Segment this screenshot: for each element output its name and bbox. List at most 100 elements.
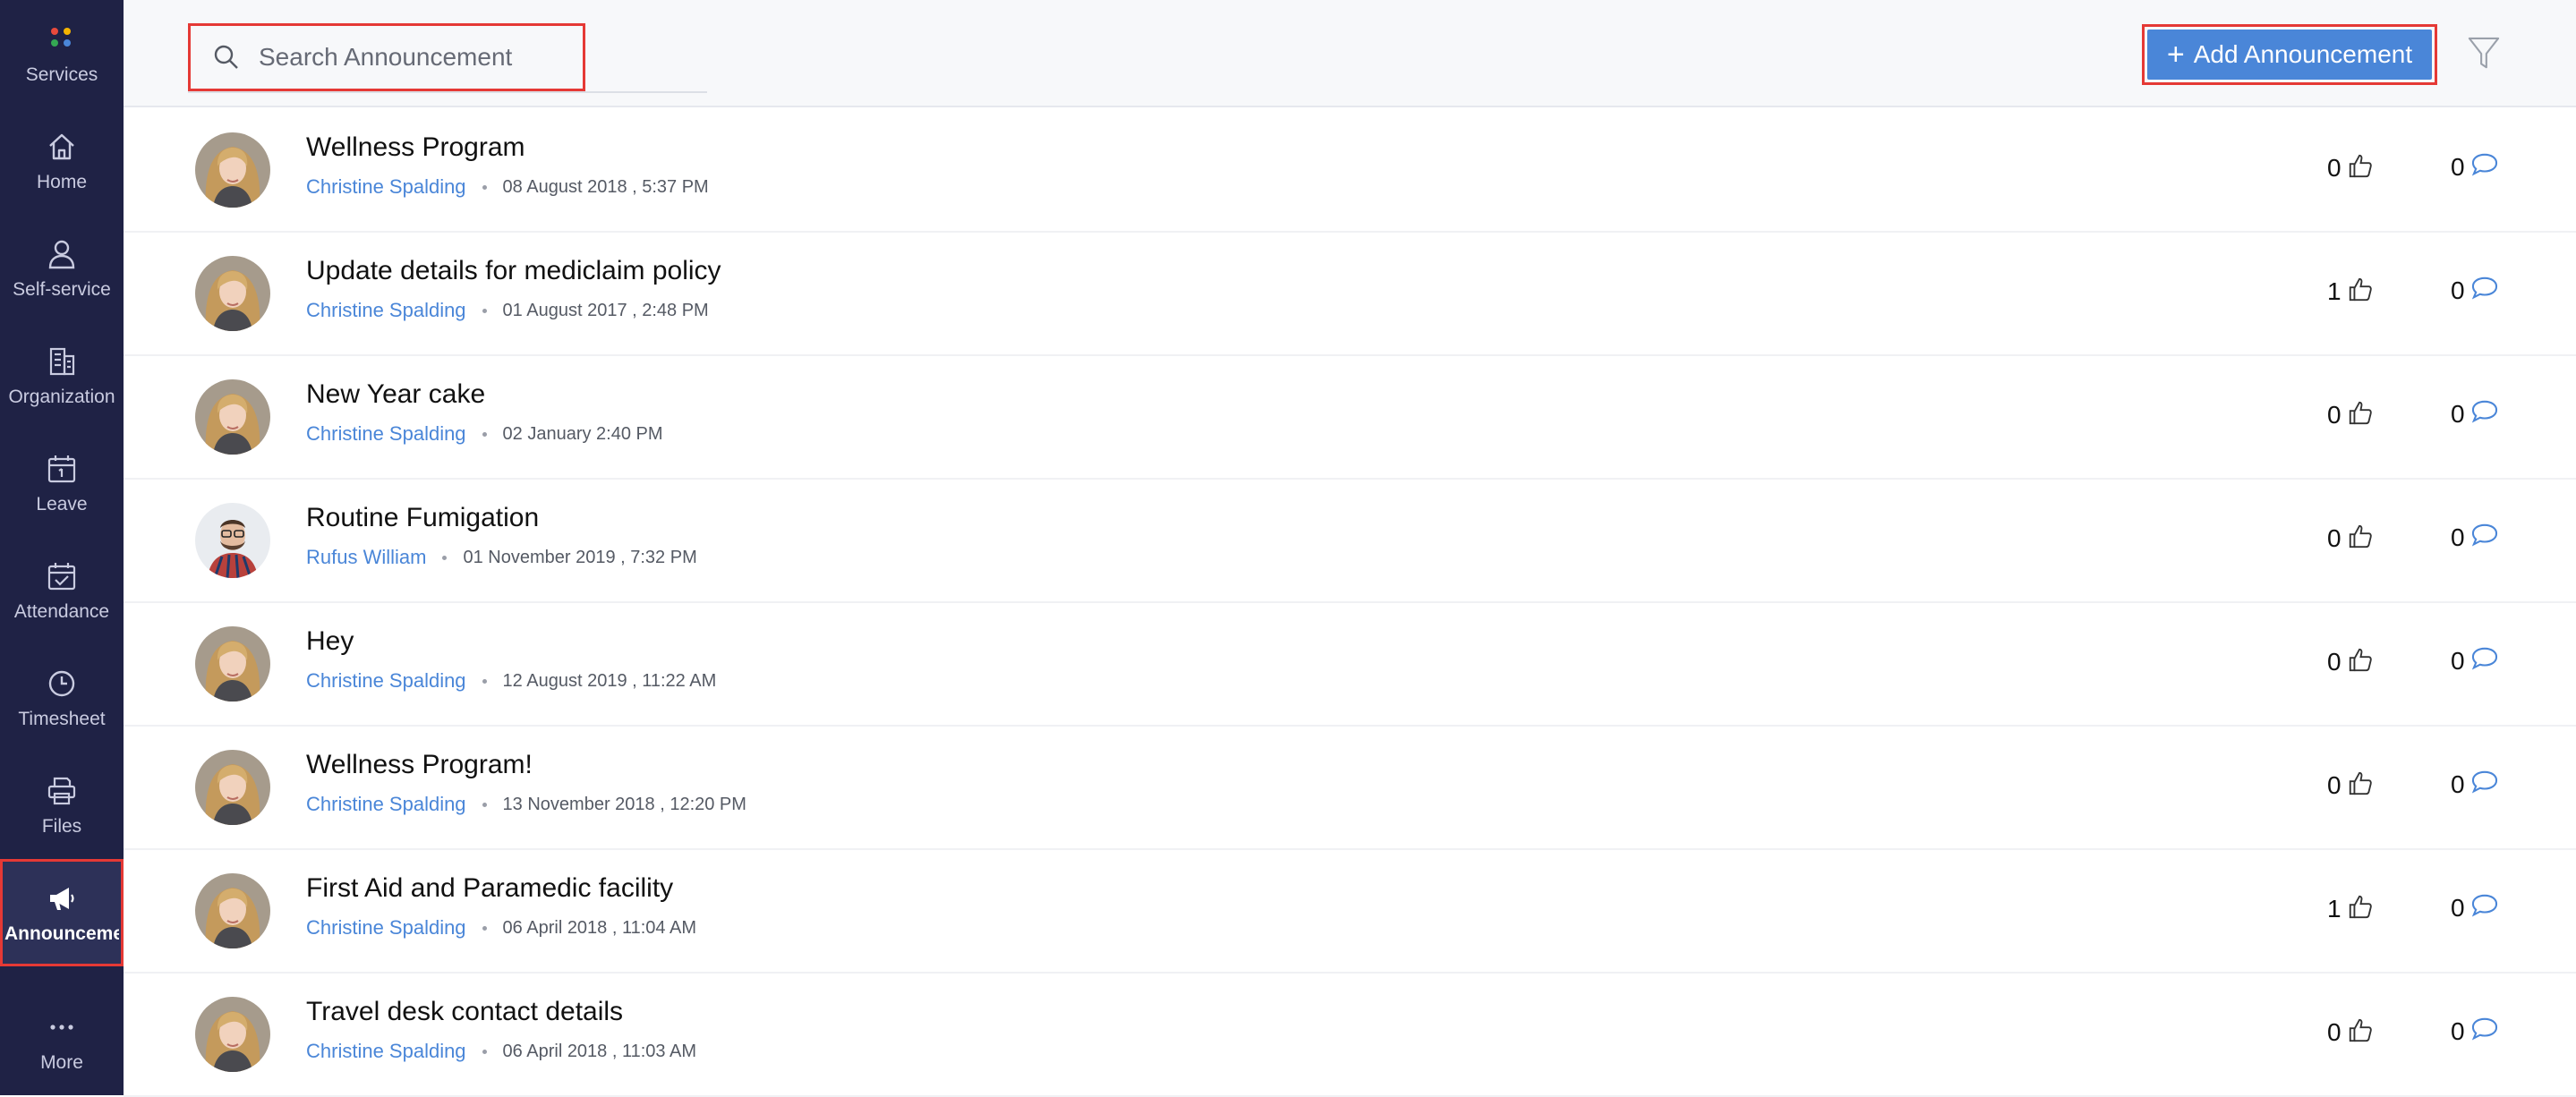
author-link[interactable]: Christine Spalding [306,1040,466,1063]
like-button[interactable]: 0 [2327,770,2374,801]
avatar [195,503,270,578]
announcement-date: 06 April 2018 , 11:03 AM [502,1041,696,1061]
more-dots-icon [44,1009,80,1045]
comment-button[interactable]: 0 [2451,646,2499,676]
comment-button[interactable]: 0 [2451,399,2499,429]
author-link[interactable]: Christine Spalding [306,299,466,322]
announcement-title[interactable]: Travel desk contact details [306,997,623,1027]
like-button[interactable]: 1 [2327,276,2374,307]
thumbs-up-icon [2347,399,2374,430]
announcement-row[interactable]: Routine Fumigation Rufus William 01 Nove… [124,480,2576,603]
author-link[interactable]: Christine Spalding [306,916,466,940]
like-button[interactable]: 0 [2327,399,2374,430]
announcement-row[interactable]: New Year cake Christine Spalding 02 Janu… [124,356,2576,480]
filter-button[interactable] [2464,34,2503,77]
comment-count: 0 [2451,1016,2465,1045]
avatar [195,626,270,702]
comment-count: 0 [2451,399,2465,428]
sidebar-item-announcements[interactable]: Announceme [0,859,124,966]
separator-dot [482,308,487,313]
avatar [195,997,270,1072]
sidebar-item-attendance[interactable]: Attendance [0,537,124,644]
comment-count: 0 [2451,152,2465,181]
thumbs-up-icon [2347,276,2374,307]
avatar [195,256,270,331]
sidebar-item-self-service[interactable]: Self-service [0,215,124,322]
separator-dot [482,678,487,684]
like-button[interactable]: 1 [2327,893,2374,924]
announcement-title[interactable]: Wellness Program [306,132,525,163]
header-bar: + Add Announcement [124,0,2576,107]
announcement-date: 06 April 2018 , 11:04 AM [502,917,696,938]
like-button[interactable]: 0 [2327,523,2374,554]
printer-icon [44,773,80,809]
author-link[interactable]: Christine Spalding [306,175,466,199]
search-icon [209,39,244,75]
announcement-meta: Christine Spalding 08 August 2018 , 5:37… [306,175,709,199]
calendar-check-icon [44,558,80,594]
separator-dot [482,184,487,190]
announcement-title[interactable]: First Aid and Paramedic facility [306,873,673,904]
comment-bubble-icon [2470,152,2499,182]
sidebar-item-home[interactable]: Home [0,107,124,215]
announcement-row[interactable]: Wellness Program! Christine Spalding 13 … [124,727,2576,850]
megaphone-icon [44,880,80,916]
sidebar-item-label: Files [41,816,82,837]
sidebar-item-timesheet[interactable]: Timesheet [0,644,124,752]
author-link[interactable]: Rufus William [306,546,426,569]
like-count: 0 [2327,523,2341,552]
comment-button[interactable]: 0 [2451,276,2499,305]
calendar-icon [44,451,80,487]
thumbs-up-icon [2347,893,2374,924]
announcement-title[interactable]: Hey [306,626,354,657]
comment-button[interactable]: 0 [2451,1016,2499,1046]
announcement-row[interactable]: First Aid and Paramedic facility Christi… [124,850,2576,974]
announcement-row[interactable]: Hey Christine Spalding 12 August 2019 , … [124,603,2576,727]
home-icon [44,129,80,165]
announcement-meta: Christine Spalding 13 November 2018 , 12… [306,793,746,816]
plus-icon: + [2166,38,2185,72]
like-count: 1 [2327,276,2341,305]
comment-button[interactable]: 0 [2451,770,2499,799]
comment-button[interactable]: 0 [2451,152,2499,182]
announcement-meta: Christine Spalding 06 April 2018 , 11:03… [306,1040,696,1063]
announcement-title[interactable]: Wellness Program! [306,750,533,780]
announcement-row[interactable]: Update details for mediclaim policy Chri… [124,233,2576,356]
announcement-date: 02 January 2:40 PM [502,423,663,444]
announcement-date: 13 November 2018 , 12:20 PM [502,794,746,814]
add-announcement-button[interactable]: + Add Announcement [2147,30,2432,80]
author-link[interactable]: Christine Spalding [306,669,466,693]
like-button[interactable]: 0 [2327,1016,2374,1048]
sidebar-item-files[interactable]: Files [0,752,124,859]
announcement-title[interactable]: Update details for mediclaim policy [306,256,721,286]
announcement-row[interactable]: Wellness Program Christine Spalding 08 A… [124,109,2576,233]
sidebar-item-organization[interactable]: Organization [0,322,124,429]
separator-dot [482,925,487,931]
comment-count: 0 [2451,770,2465,798]
sidebar-item-label: Organization [8,387,115,407]
user-icon [44,236,80,272]
comment-button[interactable]: 0 [2451,523,2499,552]
sidebar-item-services[interactable]: Services [0,0,124,107]
sidebar-item-label: More [40,1052,83,1073]
search-box[interactable] [188,23,585,91]
avatar [195,750,270,825]
separator-dot [482,431,487,437]
author-link[interactable]: Christine Spalding [306,422,466,446]
comment-button[interactable]: 0 [2451,893,2499,923]
announcement-title[interactable]: Routine Fumigation [306,503,539,533]
building-icon [44,344,80,379]
announcement-meta: Christine Spalding 12 August 2019 , 11:2… [306,669,716,693]
filter-icon [2467,35,2501,77]
author-link[interactable]: Christine Spalding [306,793,466,816]
comment-bubble-icon [2470,276,2499,305]
like-button[interactable]: 0 [2327,152,2374,183]
sidebar-item-more[interactable]: More [0,988,124,1095]
like-count: 0 [2327,1017,2341,1046]
announcement-row[interactable]: Travel desk contact details Christine Sp… [124,974,2576,1097]
search-input[interactable] [257,42,565,72]
thumbs-up-icon [2347,152,2374,183]
like-button[interactable]: 0 [2327,646,2374,677]
announcement-title[interactable]: New Year cake [306,379,485,410]
sidebar-item-leave[interactable]: Leave [0,429,124,537]
